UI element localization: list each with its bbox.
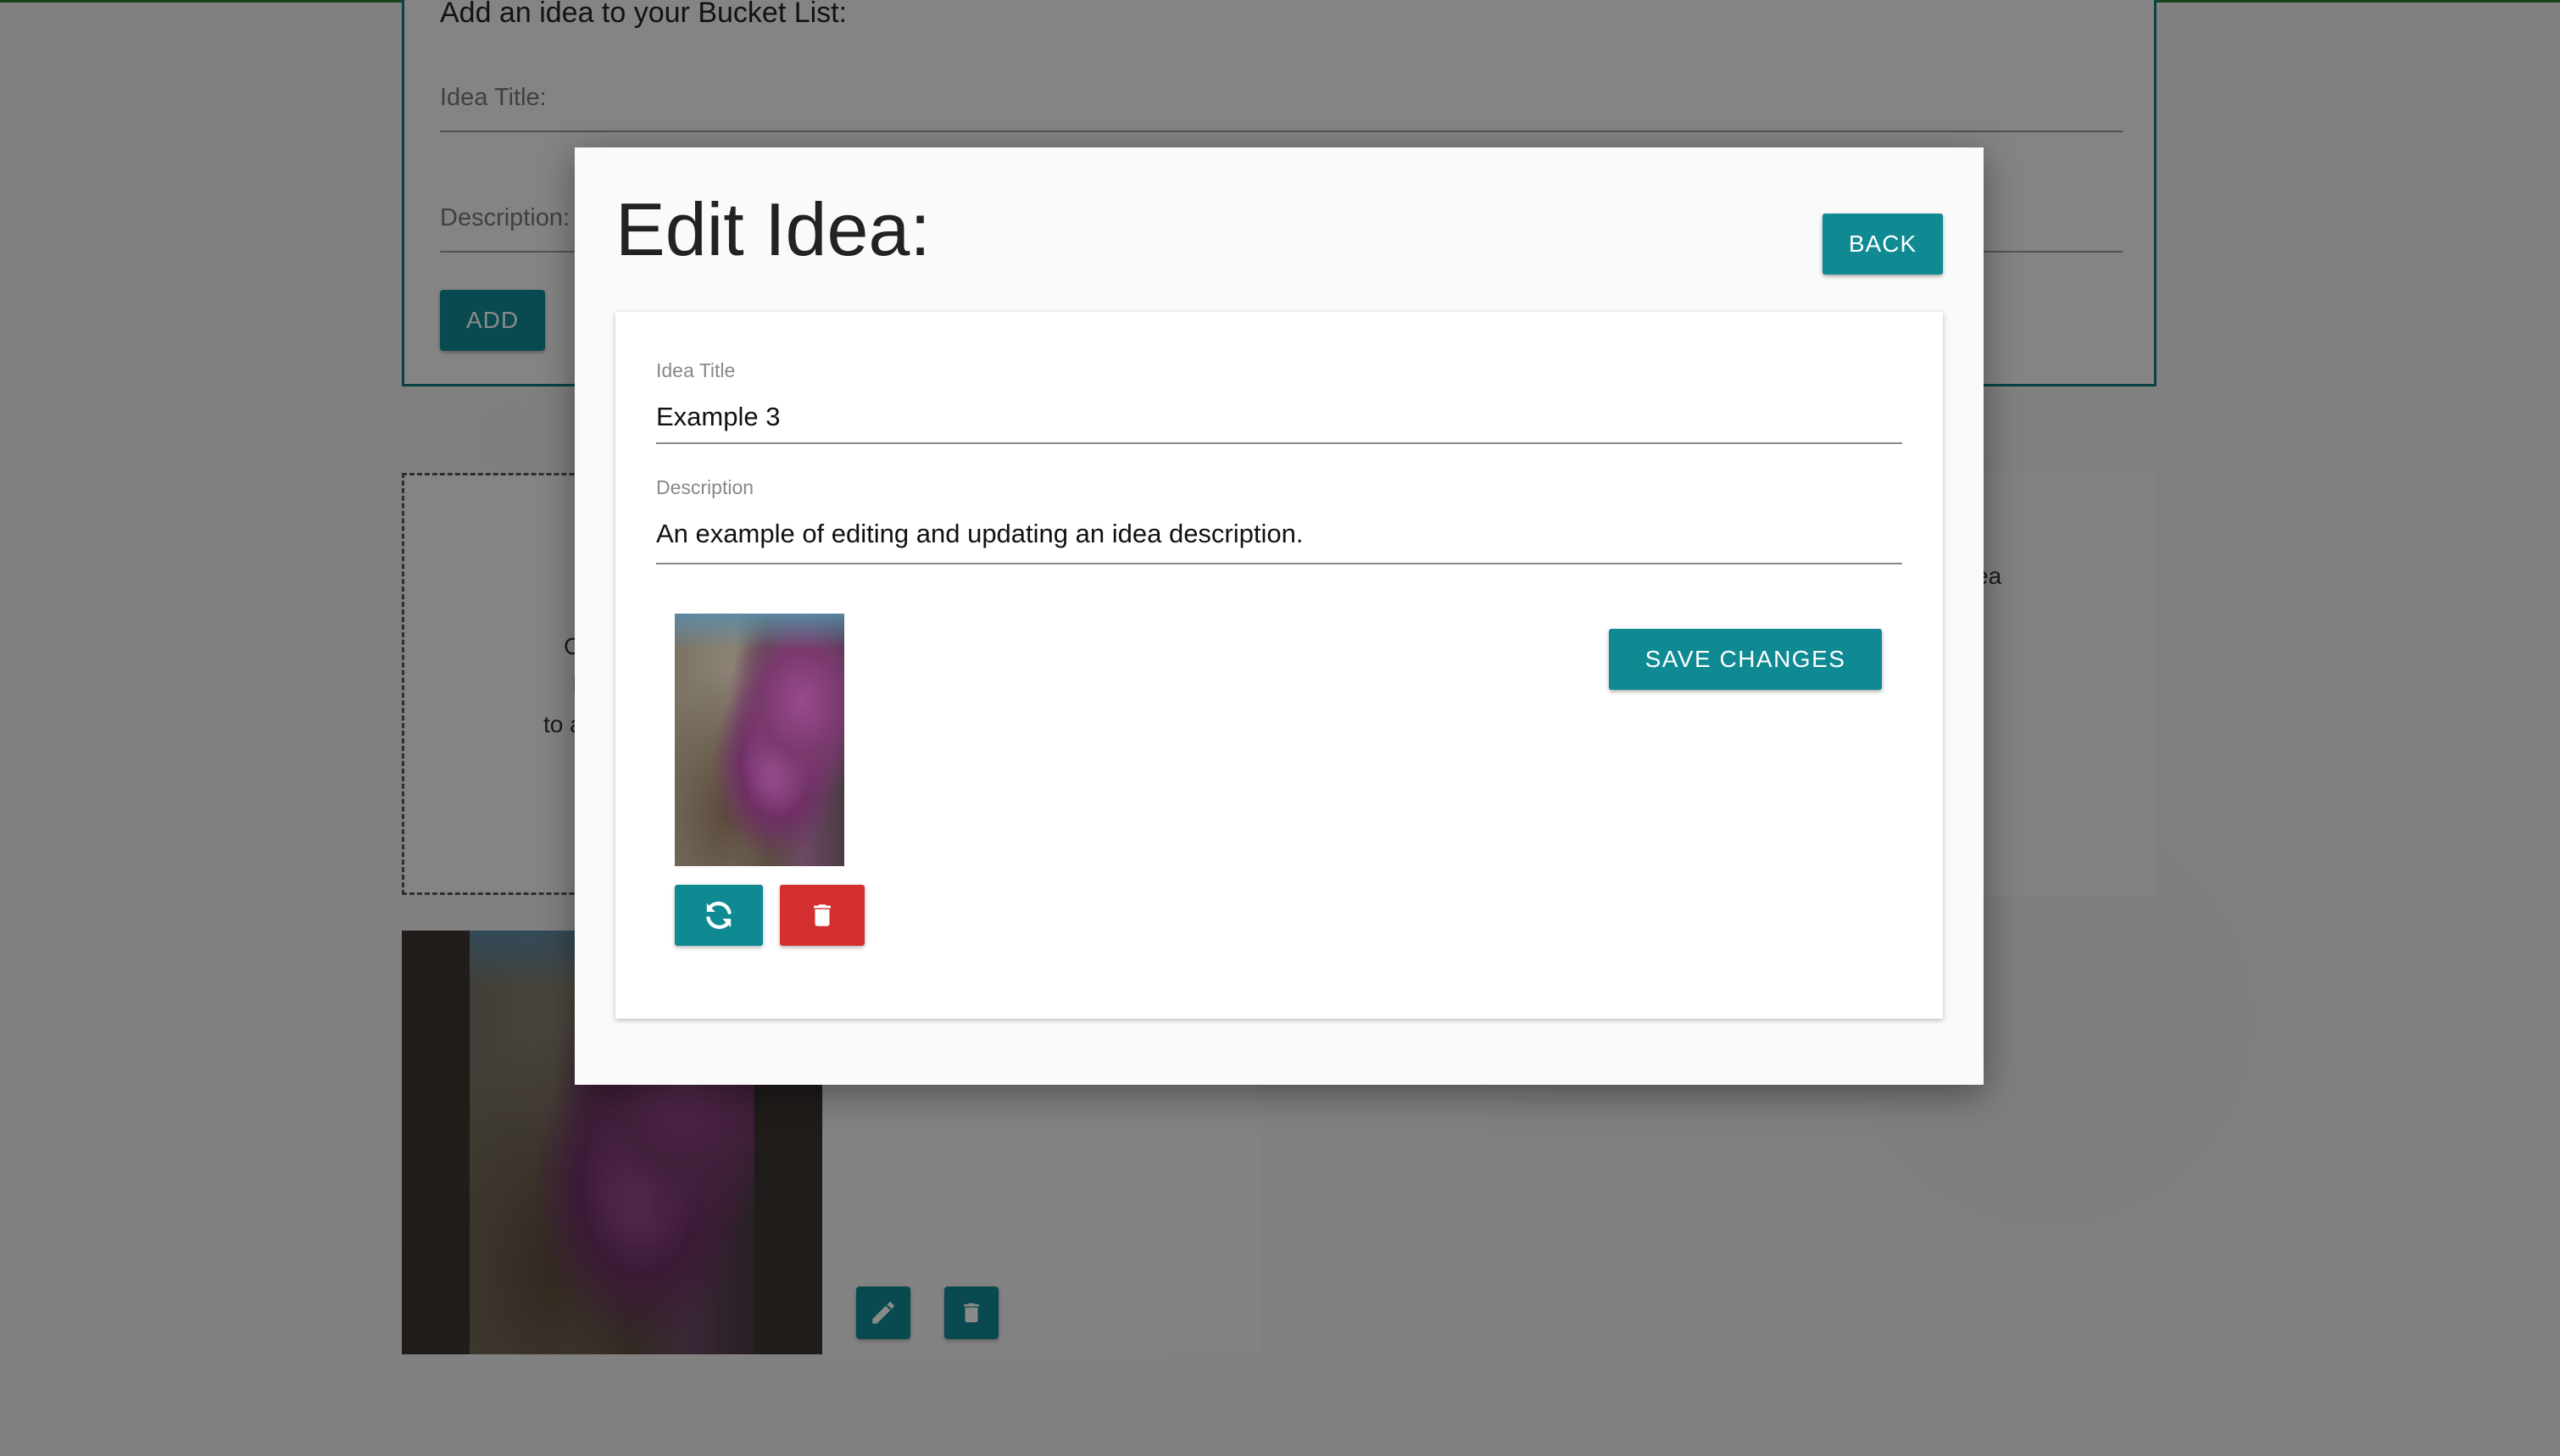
- description-value[interactable]: An example of editing and updating an id…: [656, 519, 1303, 549]
- idea-image-thumbnail: [675, 614, 844, 866]
- description-label: Description: [656, 476, 754, 498]
- delete-image-button[interactable]: [780, 885, 865, 946]
- idea-title-value[interactable]: Example 3: [656, 402, 780, 432]
- edit-form-card: Idea Title Example 3 Description An exam…: [615, 312, 1943, 1019]
- description-field[interactable]: Description An example of editing and up…: [656, 476, 1902, 564]
- idea-title-field[interactable]: Idea Title Example 3: [656, 359, 1902, 444]
- back-button[interactable]: BACK: [1823, 214, 1943, 275]
- modal-title: Edit Idea:: [615, 187, 931, 271]
- idea-title-label: Idea Title: [656, 359, 736, 381]
- trash-icon: [814, 904, 831, 926]
- replace-image-button[interactable]: [675, 885, 763, 946]
- edit-idea-modal: Edit Idea: BACK Idea Title Example 3 Des…: [575, 147, 1984, 1085]
- refresh-icon: [706, 901, 732, 930]
- save-changes-button[interactable]: SAVE CHANGES: [1609, 629, 1882, 690]
